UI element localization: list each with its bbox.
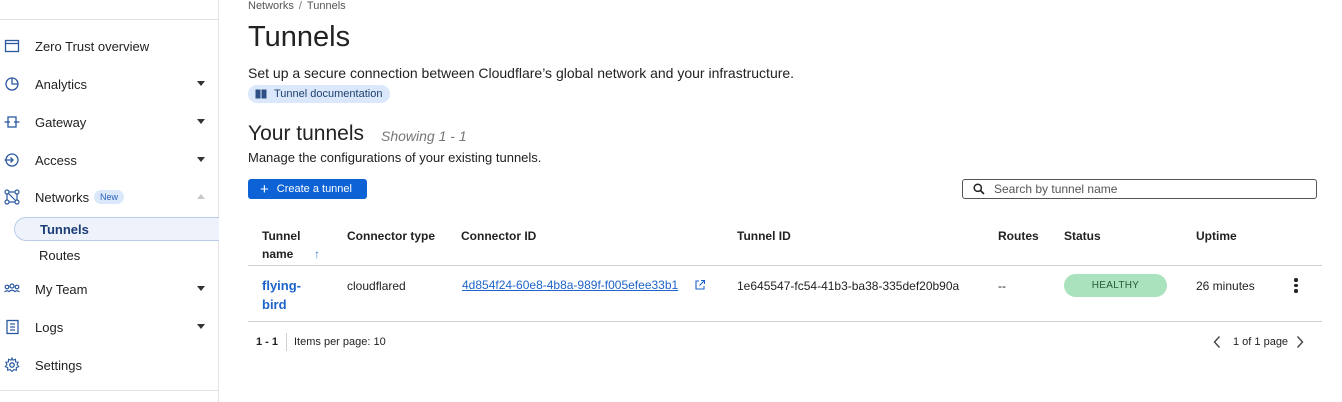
sidebar-top-divider xyxy=(0,19,218,20)
tunnel-documentation-link[interactable]: Tunnel documentation xyxy=(248,85,391,103)
breadcrumb-separator: / xyxy=(298,0,302,12)
sidebar-item-logs[interactable]: Logs xyxy=(0,312,218,342)
breadcrumb-tunnels: Tunnels xyxy=(306,0,346,12)
doc-link-label: Tunnel documentation xyxy=(274,88,383,100)
items-per-page[interactable]: Items per page: 10 xyxy=(294,336,386,348)
new-badge: New xyxy=(94,190,125,204)
sidebar-item-label: Access xyxy=(35,152,77,168)
connector-type-cell: cloudflared xyxy=(347,279,406,293)
tunnel-name-link[interactable]: flying-bird xyxy=(262,276,322,314)
header-tunnel-id: Tunnel ID xyxy=(737,229,791,243)
chevron-up-icon xyxy=(197,194,205,199)
create-tunnel-button[interactable]: + Create a tunnel xyxy=(248,179,367,199)
search-input[interactable] xyxy=(994,182,1294,196)
sidebar-item-label: Analytics xyxy=(35,76,88,92)
network-icon xyxy=(4,189,20,205)
sidebar-item-label: My Team xyxy=(35,281,88,297)
tunnel-id-cell: 1e645547-fc54-41b3-ba38-335def20b90a xyxy=(737,279,960,293)
sidebar-subitem-tunnels[interactable]: Tunnels xyxy=(14,217,219,241)
clock-pie-icon xyxy=(5,77,19,91)
connector-id-link[interactable]: 4d854f24-60e8-4b8a-989f-f005efee33b1 xyxy=(462,278,678,292)
sign-in-icon xyxy=(4,153,19,167)
sidebar-bottom-divider xyxy=(0,390,218,391)
create-tunnel-label: Create a tunnel xyxy=(276,183,352,195)
sidebar-item-access[interactable]: Access xyxy=(0,145,218,175)
page-info: 1 of 1 page xyxy=(1233,336,1289,348)
row-actions-menu-icon[interactable] xyxy=(1290,276,1302,294)
external-link-icon[interactable] xyxy=(694,279,706,291)
sidebar-subitem-routes[interactable]: Routes xyxy=(14,243,219,267)
team-icon xyxy=(4,283,20,293)
sidebar-item-label: Gateway xyxy=(35,114,87,130)
header-uptime: Uptime xyxy=(1196,229,1237,243)
sort-ascending-icon: ↑ xyxy=(314,247,320,261)
sidebar-item-settings[interactable]: Settings xyxy=(0,350,218,380)
search-icon xyxy=(973,183,985,195)
breadcrumb-networks[interactable]: Networks xyxy=(248,0,294,12)
chevron-right-icon[interactable] xyxy=(1295,335,1305,349)
chevron-down-icon xyxy=(197,324,205,329)
uptime-cell: 26 minutes xyxy=(1196,279,1255,293)
sidebar-item-networks[interactable]: Networks New xyxy=(0,182,218,212)
page-description: Set up a secure connection between Cloud… xyxy=(248,65,795,81)
pagination-range: 1 - 1 xyxy=(256,336,279,348)
sidebar-item-label: Logs xyxy=(35,319,64,335)
chevron-down-icon xyxy=(197,157,205,162)
showing-count: Showing 1 - 1 xyxy=(381,128,467,144)
chevron-down-icon xyxy=(197,286,205,291)
plus-icon: + xyxy=(260,180,269,198)
sidebar-item-zero-trust-overview[interactable]: Zero Trust overview xyxy=(0,31,218,61)
page-title: Tunnels xyxy=(248,21,351,53)
logs-icon xyxy=(6,319,19,335)
table-bottom-divider xyxy=(248,321,1322,322)
sidebar-item-label: Zero Trust overview xyxy=(35,38,150,54)
header-connector-id: Connector ID xyxy=(461,229,537,243)
search-box[interactable] xyxy=(962,179,1317,199)
pagination-divider xyxy=(286,333,287,351)
routes-cell: -- xyxy=(998,279,1006,293)
chevron-left-icon[interactable] xyxy=(1212,335,1222,349)
breadcrumb: Networks / Tunnels xyxy=(248,0,346,12)
header-tunnel-name[interactable]: Tunnel name ↑ xyxy=(262,227,320,263)
gateway-icon xyxy=(4,116,20,128)
header-tunnel-name-label: Tunnel name xyxy=(262,229,301,261)
chevron-down-icon xyxy=(197,81,205,86)
chevron-down-icon xyxy=(197,119,205,124)
sidebar-item-analytics[interactable]: Analytics xyxy=(0,69,218,99)
gear-icon xyxy=(4,357,20,373)
section-description: Manage the configurations of your existi… xyxy=(248,150,542,165)
header-connector-type: Connector type xyxy=(347,229,436,243)
sidebar: Zero Trust overview Analytics Gateway Ac… xyxy=(0,0,219,402)
browser-window-icon xyxy=(4,39,20,53)
header-routes: Routes xyxy=(998,229,1039,243)
sidebar-item-label: Settings xyxy=(35,357,82,373)
sidebar-item-label: Networks xyxy=(35,189,90,205)
book-icon xyxy=(255,89,267,99)
status-badge: HEALTHY xyxy=(1064,274,1167,297)
sidebar-item-gateway[interactable]: Gateway xyxy=(0,107,218,137)
header-status: Status xyxy=(1064,229,1101,243)
sidebar-item-my-team[interactable]: My Team xyxy=(0,274,218,304)
table-header-divider xyxy=(248,265,1322,266)
section-title: Your tunnels xyxy=(248,122,364,145)
